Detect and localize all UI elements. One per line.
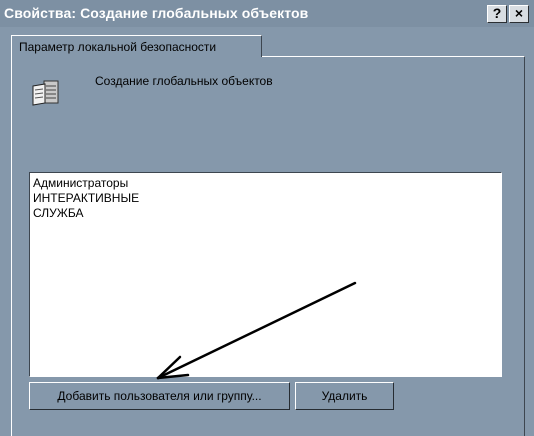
remove-button[interactable]: Удалить: [295, 382, 394, 410]
help-button[interactable]: ?: [487, 5, 507, 23]
users-groups-list[interactable]: Администраторы ИНТЕРАКТИВНЫЕ СЛУЖБА: [29, 172, 502, 377]
list-item[interactable]: СЛУЖБА: [33, 206, 139, 221]
list-item[interactable]: ИНТЕРАКТИВНЫЕ: [33, 191, 139, 206]
window-title: Свойства: Создание глобальных объектов: [4, 5, 309, 21]
add-user-or-group-button[interactable]: Добавить пользователя или группу...: [29, 382, 290, 410]
list-item[interactable]: Администраторы: [33, 176, 139, 191]
close-button[interactable]: ×: [509, 5, 529, 23]
security-policy-icon: [32, 80, 59, 106]
tab-local-security-setting[interactable]: Параметр локальной безопасности: [11, 35, 262, 57]
title-bar[interactable]: Свойства: Создание глобальных объектов ?…: [0, 0, 534, 27]
tab-label: Параметр локальной безопасности: [19, 40, 217, 54]
policy-title: Создание глобальных объектов: [95, 74, 273, 88]
